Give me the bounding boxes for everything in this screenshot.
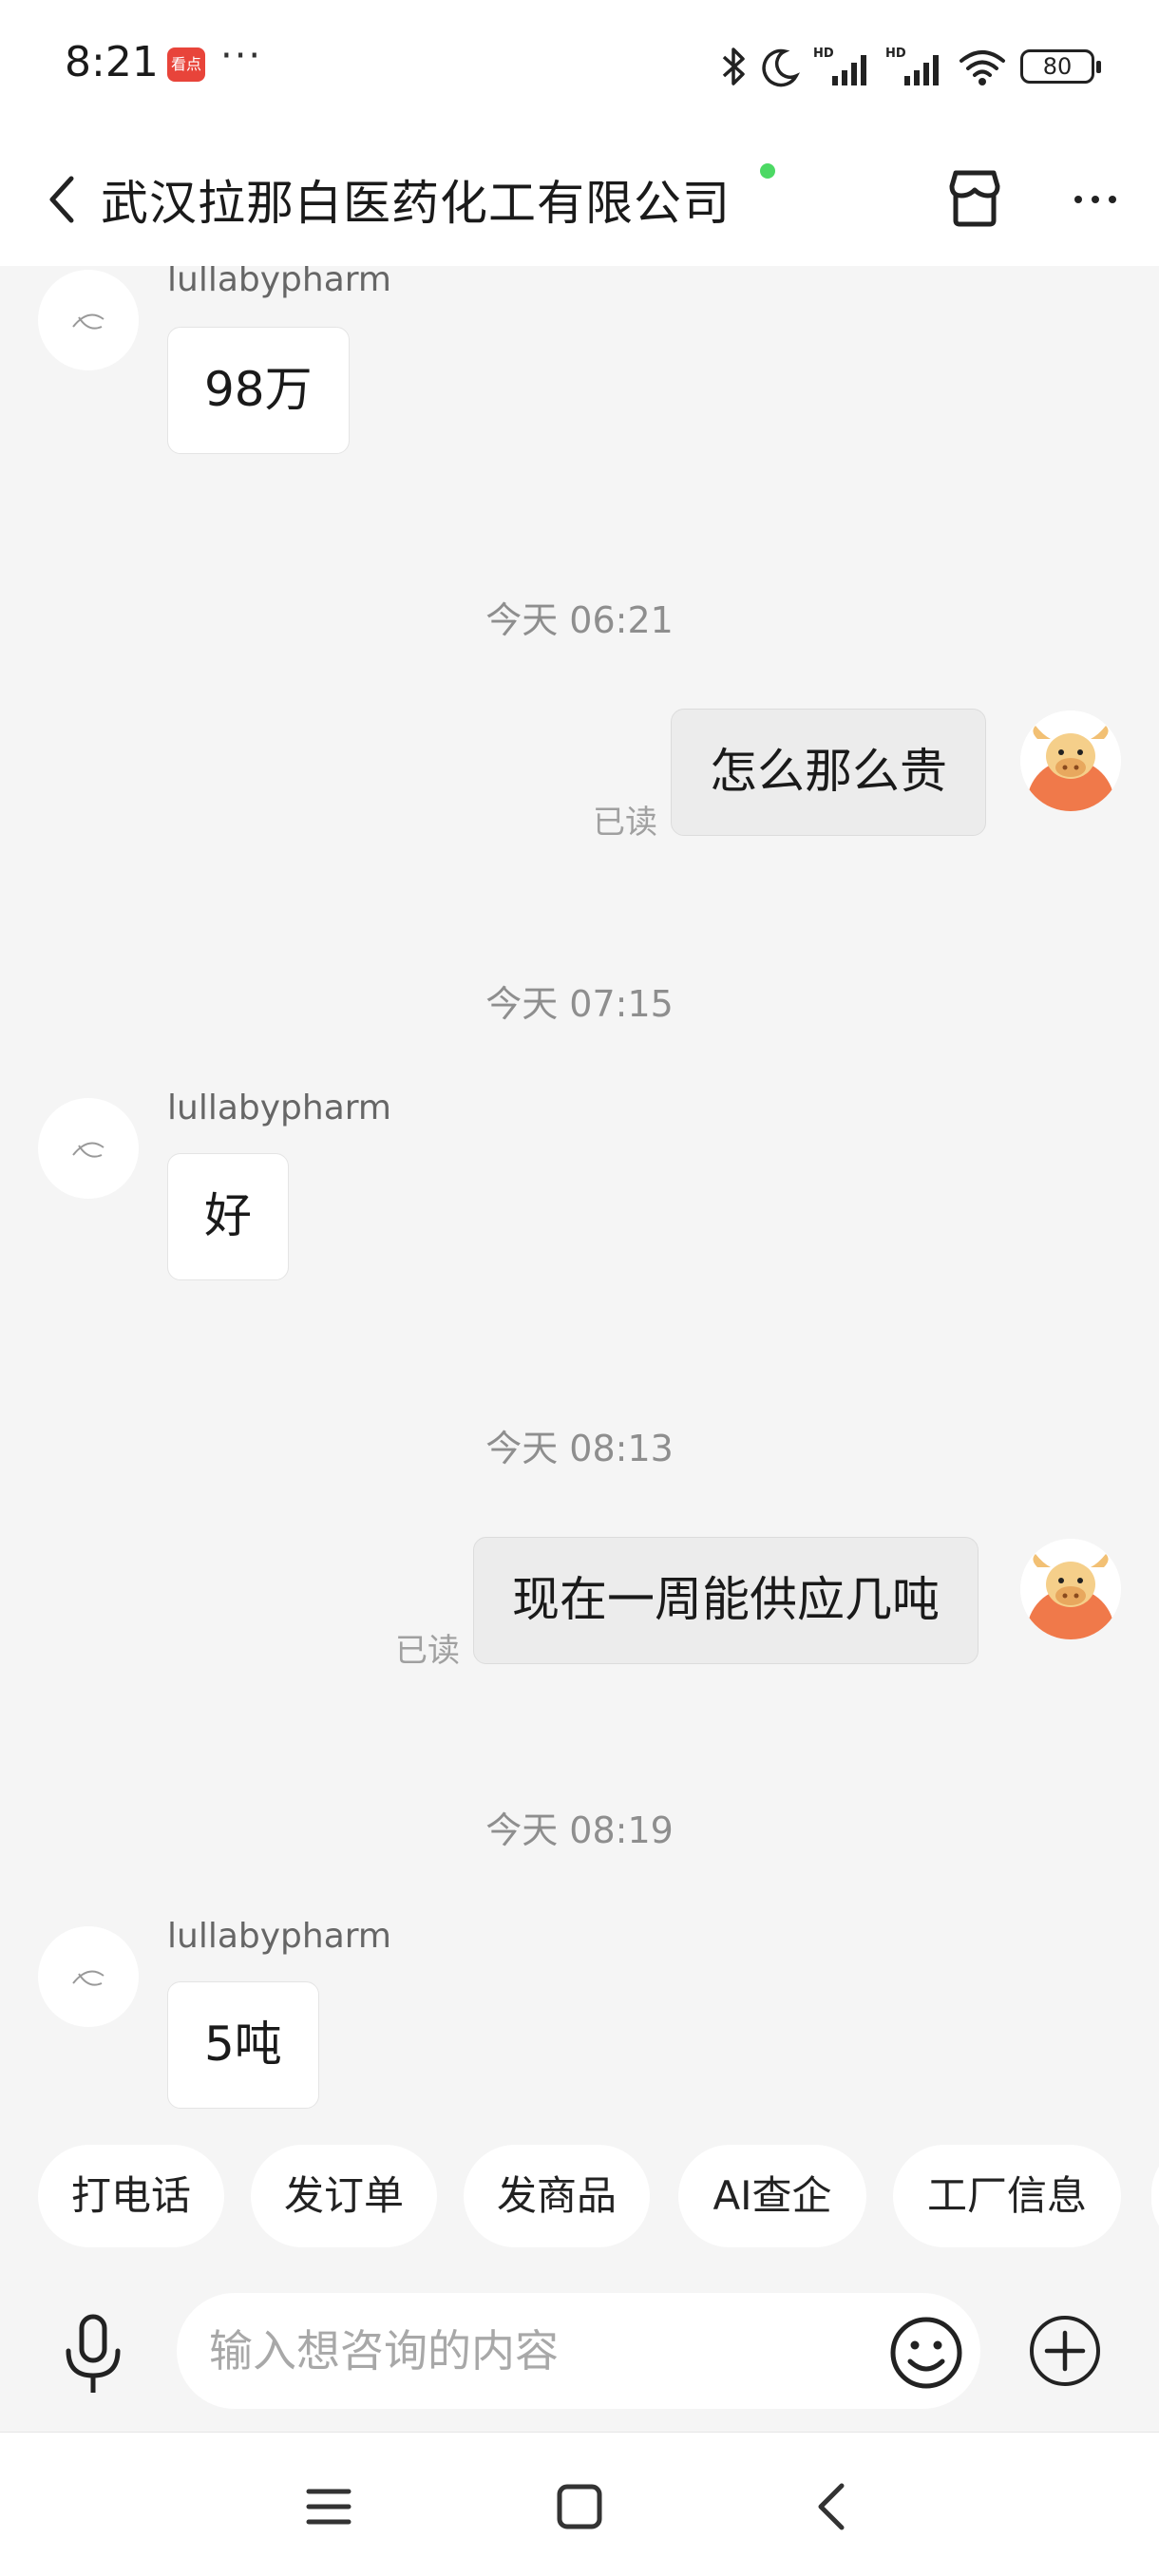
chat-header: 武汉拉那白医药化工有限公司 [0,133,1159,266]
read-status: 已读 [593,804,657,842]
message-bubble-incoming[interactable]: 好 [167,1153,289,1280]
shop-button[interactable] [940,160,1009,236]
send-product-chip[interactable]: 发商品 [464,2145,650,2247]
more-functions-button[interactable] [1026,2312,1104,2390]
microphone-icon [66,2314,121,2393]
hd-signal-icon: HD [813,44,872,89]
message-bubble-incoming[interactable]: 5吨 [167,1981,319,2109]
status-bar: 8:21 看点 ··· HD HD 80 [0,0,1159,133]
cow-avatar-icon [1020,710,1121,811]
dot-icon [1092,196,1099,203]
message-list[interactable]: lullabypharm 98万 今天 06:21 已读 怎么那么贵 今天 07… [0,266,1159,2128]
svg-text:HD: HD [813,47,834,61]
factory-info-chip[interactable]: 工厂信息 [893,2145,1121,2247]
read-status: 已读 [395,1632,460,1670]
more-notifications-icon: ··· [220,34,263,78]
wifi-icon [958,44,1007,89]
message-bubble-outgoing[interactable]: 怎么那么贵 [671,709,986,836]
logo-icon [72,313,104,330]
back-button[interactable] [34,163,87,236]
emoji-button[interactable] [887,2314,965,2392]
moon-icon [762,44,800,89]
online-status-dot [760,163,775,179]
input-bar [0,2264,1159,2432]
timestamp-separator: 今天 06:21 [485,599,674,641]
more-options-button[interactable] [1062,171,1129,228]
contact-avatar[interactable] [38,1098,139,1199]
battery-icon: 80 [1020,49,1101,84]
my-avatar[interactable] [1020,710,1121,811]
more-chip[interactable] [1151,2145,1159,2247]
ai-company-lookup-chip[interactable]: AI查企 [678,2145,866,2247]
home-button[interactable] [542,2469,618,2545]
recent-apps-button[interactable] [291,2469,367,2545]
chat-screen: 8:21 看点 ··· HD HD 80 武汉拉那白医药化工有限公司 lulla… [0,0,1159,2576]
nav-back-button[interactable] [792,2469,868,2545]
timestamp-separator: 今天 07:15 [485,983,674,1025]
call-chip[interactable]: 打电话 [38,2145,224,2247]
sender-name: lullabypharm [167,266,392,299]
store-icon [949,170,1000,227]
message-input[interactable] [177,2293,980,2409]
sender-name: lullabypharm [167,1917,392,1956]
send-order-chip[interactable]: 发订单 [251,2145,437,2247]
dot-icon [1074,196,1082,203]
dot-icon [1109,196,1116,203]
contact-avatar[interactable] [38,270,139,370]
menu-icon [306,2489,352,2525]
status-icons: HD HD 80 [720,40,1101,93]
quick-actions-row[interactable]: 打电话 发订单 发商品 AI查企 工厂信息 [0,2145,1159,2247]
my-avatar[interactable] [1020,1539,1121,1639]
hd-signal-icon: HD [885,44,944,89]
app-notification-icon: 看点 [167,47,205,82]
chevron-left-icon [49,176,74,223]
smiley-icon [890,2317,962,2389]
svg-text:HD: HD [885,47,906,61]
message-bubble-incoming[interactable]: 98万 [167,327,350,454]
timestamp-separator: 今天 08:13 [485,1428,674,1469]
sender-name: lullabypharm [167,1089,392,1127]
voice-input-button[interactable] [55,2312,131,2397]
system-nav-bar [0,2432,1159,2576]
bluetooth-icon [720,44,749,89]
chevron-left-icon [818,2483,845,2530]
timestamp-separator: 今天 08:19 [485,1809,674,1851]
plus-circle-icon [1030,2316,1100,2386]
contact-avatar[interactable] [38,1926,139,2027]
chat-title: 武汉拉那白医药化工有限公司 [101,176,731,231]
logo-icon [72,1142,104,1158]
logo-icon [72,1970,104,1986]
square-icon [557,2484,602,2529]
message-bubble-outgoing[interactable]: 现在一周能供应几吨 [473,1537,978,1664]
cow-avatar-icon [1020,1539,1121,1639]
status-time: 8:21 [65,38,159,86]
